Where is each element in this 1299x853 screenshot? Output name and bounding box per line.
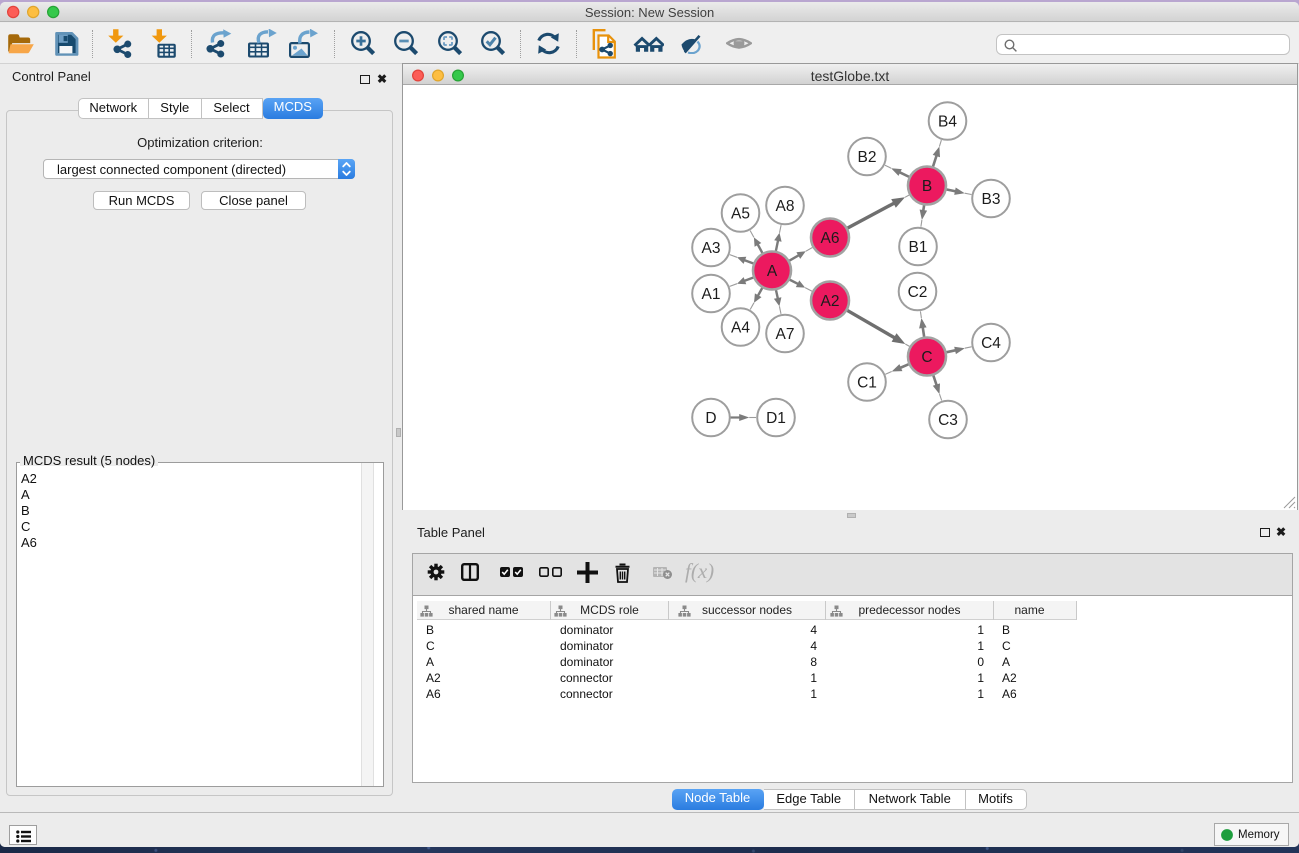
svg-text:C4: C4 [981,335,1001,352]
svg-text:A6: A6 [821,230,840,247]
svg-text:A: A [767,263,778,280]
svg-text:A3: A3 [702,240,721,257]
svg-text:B4: B4 [938,114,957,131]
svg-text:B3: B3 [982,191,1001,208]
svg-text:C: C [921,349,932,366]
svg-text:B1: B1 [909,239,928,256]
svg-text:A4: A4 [731,320,750,337]
svg-text:C1: C1 [857,375,877,392]
svg-text:B2: B2 [858,149,877,166]
svg-text:A8: A8 [776,198,795,215]
svg-text:A2: A2 [821,293,840,310]
svg-text:A1: A1 [702,286,721,303]
svg-text:C3: C3 [938,412,958,429]
svg-text:C2: C2 [908,284,928,301]
svg-text:D1: D1 [766,410,786,427]
svg-text:B: B [922,178,932,195]
svg-text:A5: A5 [731,206,750,223]
svg-text:A7: A7 [776,326,795,343]
svg-text:D: D [705,410,716,427]
